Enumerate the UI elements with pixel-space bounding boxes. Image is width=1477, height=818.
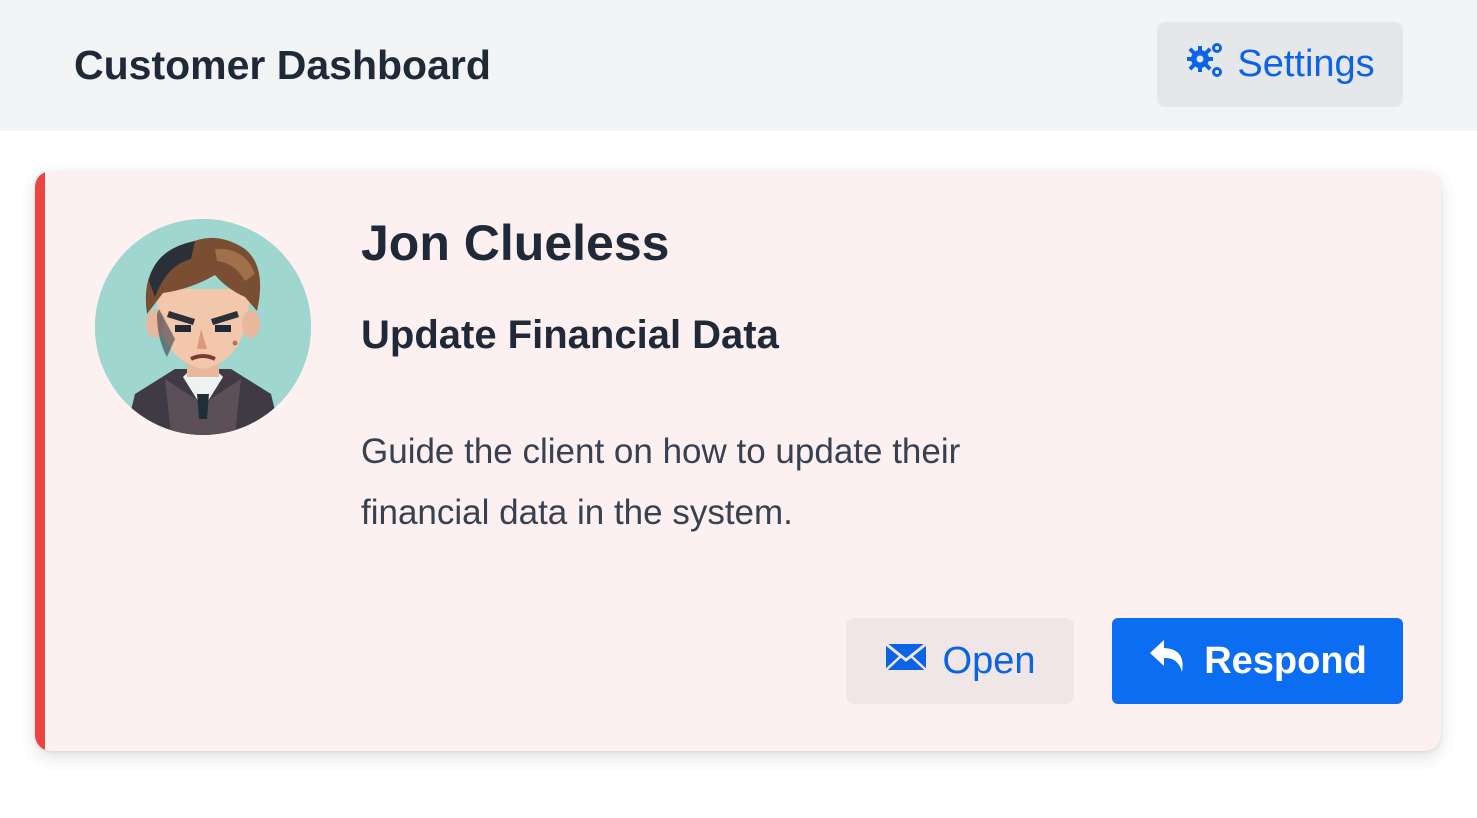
respond-button[interactable]: Respond [1112, 618, 1403, 704]
ticket-description: Guide the client on how to update their … [361, 432, 961, 532]
top-bar: Customer Dashboard Settings [0, 0, 1477, 131]
settings-button-label: Settings [1237, 43, 1375, 85]
priority-accent-bar [35, 171, 45, 751]
customer-name: Jon Clueless [361, 215, 670, 271]
respond-button-label: Respond [1204, 639, 1367, 682]
envelope-icon [884, 640, 927, 683]
page-title: Customer Dashboard [74, 42, 491, 88]
customer-avatar [95, 219, 311, 435]
gears-icon [1185, 39, 1227, 91]
ticket-subject: Update Financial Data [361, 313, 779, 357]
reply-arrow-icon [1148, 637, 1188, 685]
avatar-illustration [95, 219, 311, 435]
open-button[interactable]: Open [846, 618, 1074, 704]
settings-button[interactable]: Settings [1157, 22, 1403, 107]
open-button-label: Open [942, 639, 1036, 682]
ticket-card: Jon Clueless Update Financial Data Guide… [35, 171, 1441, 751]
